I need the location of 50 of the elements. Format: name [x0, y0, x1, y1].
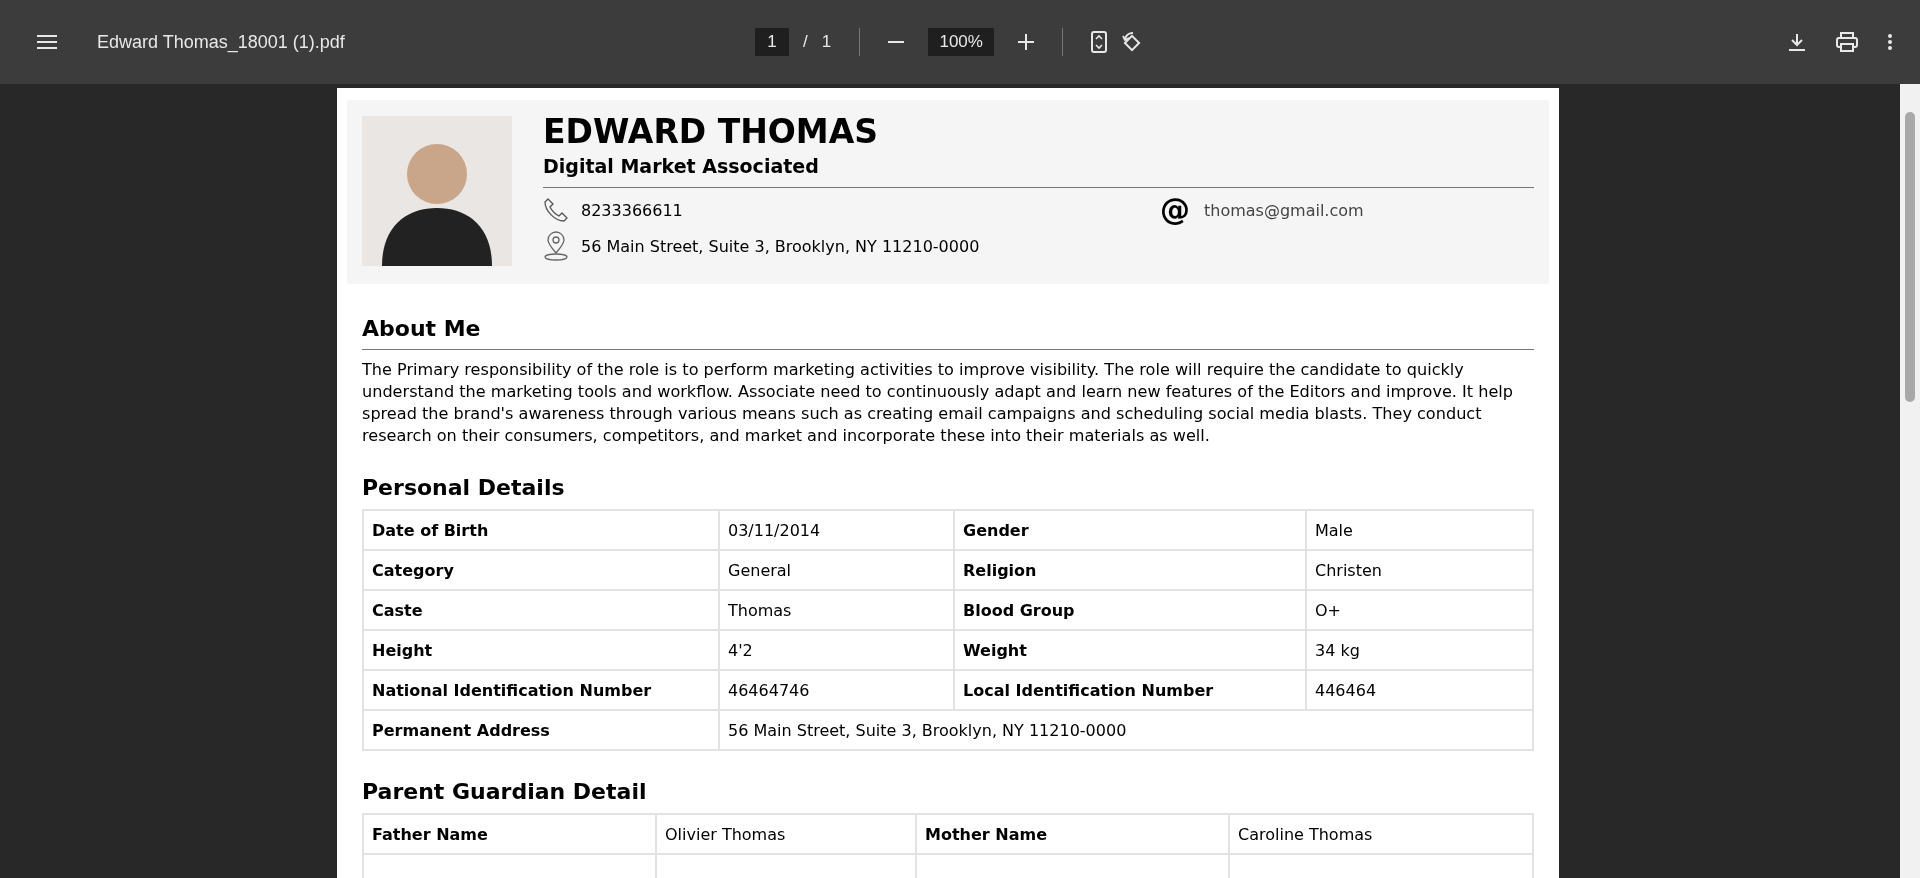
table-cell: Category [363, 550, 719, 590]
page-count: 1 [821, 32, 832, 52]
table-cell: Thomas [719, 590, 954, 630]
table-cell: Olivier Thomas [656, 814, 916, 854]
table-cell: Caroline Thomas [1229, 814, 1533, 854]
section-heading: About Me [362, 316, 482, 341]
table-cell: 34 kg [1306, 630, 1533, 670]
menu-icon[interactable] [37, 35, 57, 49]
address: 56 Main Street, Suite 3, Brooklyn, NY 11210-0000 [581, 236, 980, 256]
table-cell: 03/11/2014 [719, 510, 954, 550]
table-cell: Permanent Address [363, 711, 719, 750]
table-cell: Height [363, 630, 719, 670]
location-pin-icon [543, 231, 569, 262]
table-cell: Gender [954, 510, 1306, 550]
zoom-in-icon[interactable] [1018, 34, 1035, 50]
table-cell: Religion [954, 550, 1306, 590]
job-title: Digital Market Associated [543, 155, 820, 178]
print-icon[interactable] [1836, 32, 1858, 52]
table-cell: Caste [363, 590, 719, 630]
table-cell: Local Identification Number [954, 670, 1306, 710]
table-cell: O+ [1306, 590, 1533, 630]
table-cell: 56 Main Street, Suite 3, Brooklyn, NY 11210-0000 [719, 711, 1533, 750]
table-cell: General [719, 550, 954, 590]
email-address: thomas@gmail.com [1204, 200, 1364, 220]
fit-page-icon[interactable] [1091, 31, 1108, 53]
table-cell: 46464746 [719, 670, 954, 710]
phone-icon [543, 197, 569, 224]
table-cell: Christen [1306, 550, 1533, 590]
person-name: EDWARD THOMAS [543, 114, 879, 151]
download-icon[interactable] [1788, 33, 1806, 51]
table-cell: Weight [954, 630, 1306, 670]
table-cell: Male [1306, 510, 1533, 550]
about-paragraph: The Primary responsibility of the role is to perform marketing activities to improve visibility. The role will require the candidate to quickly understand the marketing tools and workflow. Associate need to continuously adapt and learn new features of the Editors and improve. It help spread the brand's awareness through various means such as creating email campaigns and scheduling social media blasts. They conduct research on their consumers, competitors, and market and incorporate these into their materials as well. [362, 359, 1515, 447]
page-number-field[interactable]: 1 [755, 28, 789, 56]
document-title: Edward Thomas_18001 (1).pdf [97, 31, 345, 53]
table-cell: Mother Name [916, 814, 1229, 854]
more-options-icon[interactable] [1888, 34, 1892, 50]
at-icon: @ [1160, 195, 1190, 226]
section-heading: Personal Details [362, 475, 566, 500]
scrollbar-thumb[interactable] [1905, 112, 1915, 402]
page-separator: / [803, 32, 808, 52]
table-cell: National Identification Number [363, 670, 719, 710]
section-heading: Parent Guardian Detail [362, 779, 648, 804]
phone-number: 8233366611 [581, 200, 683, 220]
table-cell: Father Name [363, 814, 656, 854]
table-cell: 446464 [1306, 670, 1533, 710]
zoom-field[interactable]: 100% [928, 28, 995, 56]
table-cell: Blood Group [954, 590, 1306, 630]
table-cell: 4'2 [719, 630, 954, 670]
table-cell: Date of Birth [363, 510, 719, 550]
